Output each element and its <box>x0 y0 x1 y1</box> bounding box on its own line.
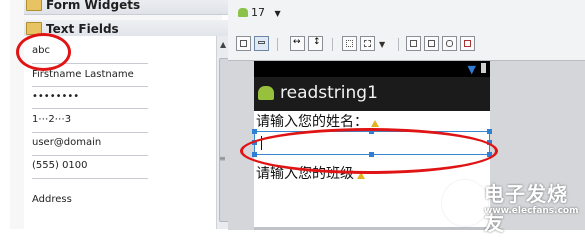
battery-icon <box>481 63 486 73</box>
api-level-value: 17 <box>251 6 265 19</box>
divider <box>32 155 148 156</box>
palette-item-password[interactable]: •••••••• <box>32 91 152 102</box>
highlight-circle <box>16 33 71 71</box>
divider <box>332 38 333 51</box>
chevron-down-icon: ▼ <box>274 9 281 18</box>
palette-item-person-name[interactable]: Firstname Lastname <box>32 69 152 80</box>
folder-icon <box>26 0 42 11</box>
palette-item-phone[interactable]: (555) 0100 <box>32 160 152 171</box>
watermark-logo-icon <box>442 180 488 226</box>
palette-item-number-password[interactable]: 1⋯2⋯3 <box>32 114 152 125</box>
category-form-widgets[interactable]: Form Widgets <box>24 0 230 15</box>
divider <box>32 86 148 87</box>
scroll-up-icon[interactable]: ▲ <box>220 40 226 49</box>
resize-handle[interactable] <box>252 129 257 134</box>
divider <box>398 38 399 51</box>
watermark: 电子发烧友 www.elecfans.com <box>442 176 584 235</box>
palette-item-email[interactable]: user@domain <box>32 137 152 148</box>
api-level-selector[interactable]: 17 ▼ <box>238 6 281 19</box>
distribute-weights-button[interactable] <box>406 36 421 51</box>
horizontal-layout-button[interactable] <box>236 36 251 51</box>
status-bar: ▼ <box>254 61 490 77</box>
signal-icon: ▼ <box>467 63 476 76</box>
divider <box>32 178 148 179</box>
android-icon <box>238 8 248 17</box>
palette-item-address[interactable]: Address <box>32 194 152 205</box>
watermark-url: www.elecfans.com <box>484 206 579 216</box>
margins-button[interactable] <box>342 36 357 51</box>
chevron-down-icon[interactable]: ▼ <box>379 40 385 49</box>
clear-weights-button[interactable] <box>424 36 439 51</box>
app-title: readstring1 <box>280 83 378 103</box>
category-label: Text Fields <box>46 22 119 36</box>
action-bar: readstring1 <box>254 77 490 111</box>
fill-height-button[interactable]: ↕ <box>308 36 323 51</box>
assign-weight-button[interactable] <box>442 36 457 51</box>
baseline-button[interactable] <box>460 36 475 51</box>
resize-handle[interactable] <box>487 129 492 134</box>
divider <box>32 108 148 109</box>
highlight-ellipse <box>240 128 498 174</box>
divider <box>32 132 148 133</box>
divider <box>277 38 278 51</box>
fill-width-button[interactable]: ↔ <box>290 36 305 51</box>
vertical-layout-button[interactable] <box>254 36 269 51</box>
gravity-button[interactable] <box>360 36 375 51</box>
grip-icon: ≡ <box>219 154 226 163</box>
android-icon <box>258 86 274 100</box>
warning-icon <box>371 120 379 127</box>
category-label: Form Widgets <box>46 0 141 12</box>
